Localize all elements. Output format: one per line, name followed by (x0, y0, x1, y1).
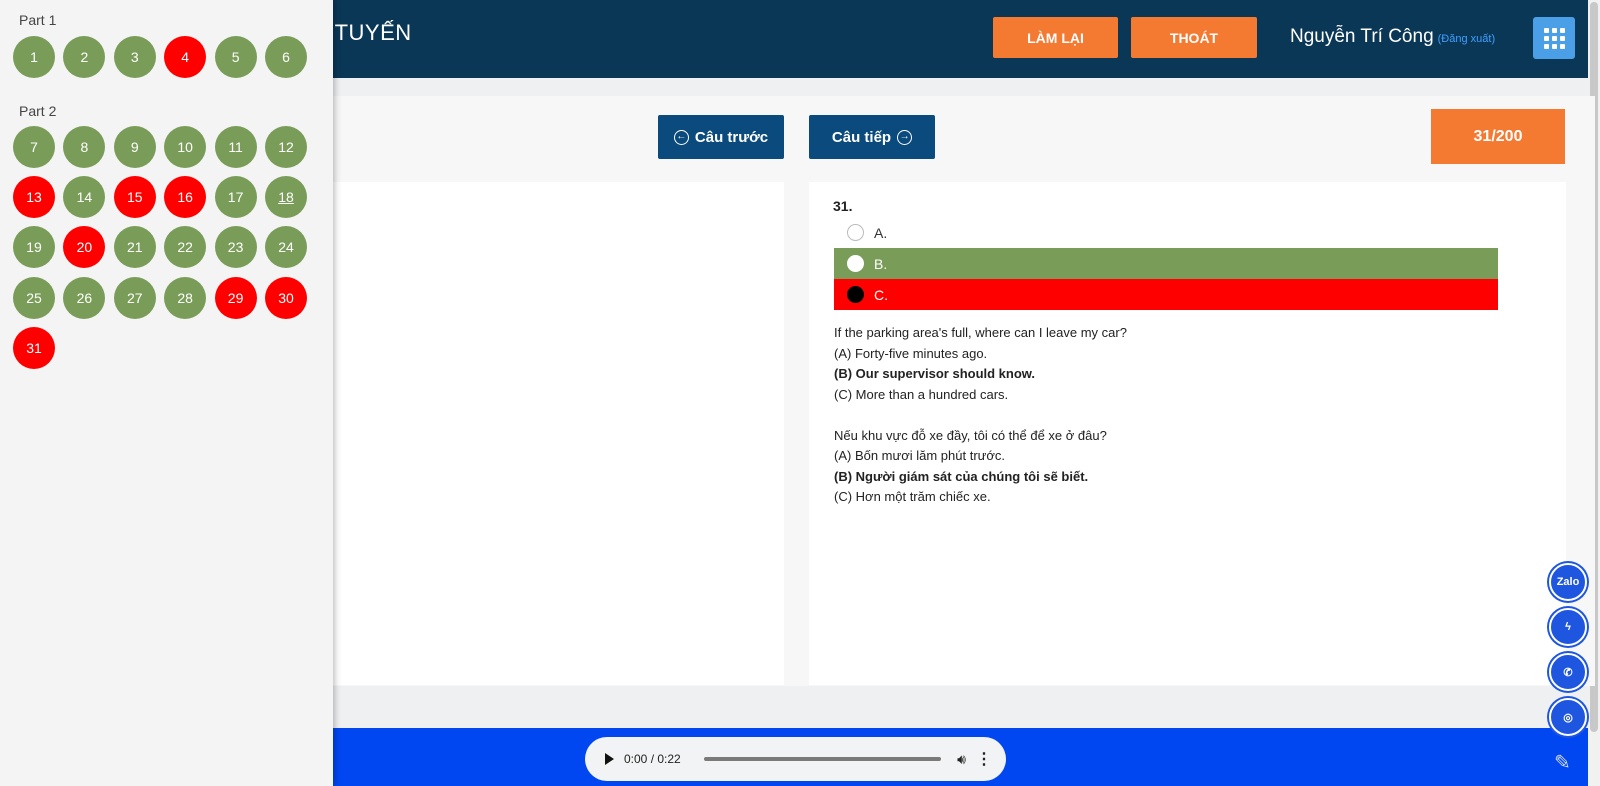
prev-label: Câu trước (694, 128, 769, 146)
user-info: Nguyễn Trí Công (Đăng xuất) (1290, 26, 1495, 48)
user-name: Nguyễn Trí Công (1290, 26, 1434, 47)
question-nav-button[interactable]: 18 (265, 176, 307, 219)
question-nav-button[interactable]: 8 (63, 126, 106, 168)
arrow-left-circle-icon: ← (673, 129, 689, 145)
more-vert-icon[interactable]: ⋮ (976, 749, 992, 769)
question-nav-button[interactable]: 31 (13, 326, 55, 369)
question-nav-button[interactable]: 12 (265, 126, 307, 168)
question-nav-button[interactable]: 10 (164, 126, 207, 168)
radio-icon[interactable] (847, 224, 864, 241)
explanation-option-a-en: (A) Forty-five minutes ago. (834, 345, 988, 361)
zalo-label: Zalo (1556, 576, 1580, 588)
arrow-right-circle-icon: → (897, 129, 913, 145)
question-nav-button[interactable]: 4 (164, 36, 207, 78)
explanation-option-c-en: (C) More than a hundred cars. (834, 386, 1009, 402)
passage-panel (330, 182, 784, 685)
question-nav-button[interactable]: 24 (265, 226, 307, 269)
option-b[interactable]: B. (834, 248, 1498, 279)
question-number: 31. (833, 198, 853, 214)
option-c[interactable]: C. (834, 279, 1498, 310)
question-nav-button[interactable]: 21 (113, 226, 156, 269)
question-nav-button[interactable]: 30 (265, 276, 307, 319)
audio-progress-track[interactable] (704, 757, 942, 761)
question-nav-button[interactable]: 3 (113, 36, 156, 78)
question-nav-button[interactable]: 14 (63, 176, 106, 219)
prev-question-button[interactable]: ← Câu trước (658, 115, 784, 159)
question-nav-button[interactable]: 9 (113, 126, 156, 168)
redo-button[interactable]: LÀM LẠI (993, 17, 1118, 58)
question-nav-button[interactable]: 2 (63, 36, 106, 78)
phone-icon[interactable]: ✆ (1549, 653, 1587, 691)
explanation-option-b-vi: (B) Người giám sát của chúng tôi sẽ biết… (834, 468, 1089, 484)
radio-icon[interactable] (847, 255, 864, 272)
question-nav-button[interactable]: 7 (13, 126, 55, 168)
question-nav-button[interactable]: 26 (63, 276, 106, 319)
explanation-option-c-vi: (C) Hơn một trăm chiếc xe. (834, 489, 991, 504)
question-nav-button[interactable]: 5 (214, 36, 257, 78)
zalo-icon[interactable]: Zalo (1549, 563, 1587, 601)
volume-icon[interactable]: 🔊︎ (957, 751, 966, 768)
question-nav-button[interactable]: 28 (164, 276, 207, 319)
explanation-question-vi: Nếu khu vực đỗ xe đầy, tôi có thể để xe … (834, 427, 1107, 443)
audio-player[interactable]: 0:00 / 0:22 🔊︎ ⋮ (585, 737, 1006, 781)
question-nav-button[interactable]: 13 (13, 176, 55, 219)
explanation-option-b-en: (B) Our supervisor should know. (834, 366, 1036, 381)
option-label: B. (874, 255, 888, 272)
question-nav-button[interactable]: 22 (164, 226, 207, 269)
part-1-label: Part 1 (19, 12, 57, 28)
instagram-icon[interactable]: ◎ (1549, 698, 1587, 736)
question-nav-button[interactable]: 23 (214, 226, 257, 269)
explanation-option-a-vi: (A) Bốn mươi lăm phút trước. (834, 448, 1005, 463)
question-nav-button[interactable]: 16 (164, 176, 207, 219)
messenger-icon[interactable]: ϟ (1549, 608, 1587, 646)
question-nav-button[interactable]: 15 (113, 176, 156, 219)
question-nav-button[interactable]: 11 (214, 126, 257, 168)
audio-time: 0:00 / 0:22 (624, 752, 681, 766)
logout-link[interactable]: (Đăng xuất) (1438, 33, 1495, 45)
option-label: C. (874, 286, 888, 303)
question-nav-button[interactable]: 27 (113, 276, 156, 319)
part-2-label: Part 2 (19, 103, 57, 119)
question-nav-button[interactable]: 20 (63, 226, 106, 269)
option-label: A. (874, 224, 888, 241)
question-sidebar: Part 1 Part 2 123456 7 8 9 10 11 12 13 14 15 16 17… (0, 0, 333, 786)
question-nav-button[interactable]: 1 (13, 36, 55, 78)
option-a[interactable]: A. (834, 217, 1498, 248)
explanation-question-en: If the parking area's full, where can I … (834, 325, 1127, 340)
radio-icon[interactable] (847, 286, 864, 303)
note-icon[interactable]: ✎ (1554, 750, 1578, 776)
exit-button[interactable]: THOÁT (1131, 17, 1257, 58)
play-icon[interactable] (605, 753, 614, 765)
explanation: If the parking area's full, where can I … (834, 323, 1127, 508)
question-nav-button[interactable]: 19 (13, 226, 55, 269)
next-label: Câu tiếp (831, 128, 892, 146)
question-counter: 31/200 (1431, 109, 1565, 164)
question-nav-button[interactable]: 17 (214, 176, 257, 219)
next-question-button[interactable]: Câu tiếp → (809, 115, 935, 159)
question-nav-button[interactable]: 6 (265, 36, 307, 78)
apps-grid-icon[interactable] (1533, 17, 1575, 59)
question-nav-button[interactable]: 29 (214, 276, 257, 319)
question-nav-button[interactable]: 25 (13, 276, 55, 319)
